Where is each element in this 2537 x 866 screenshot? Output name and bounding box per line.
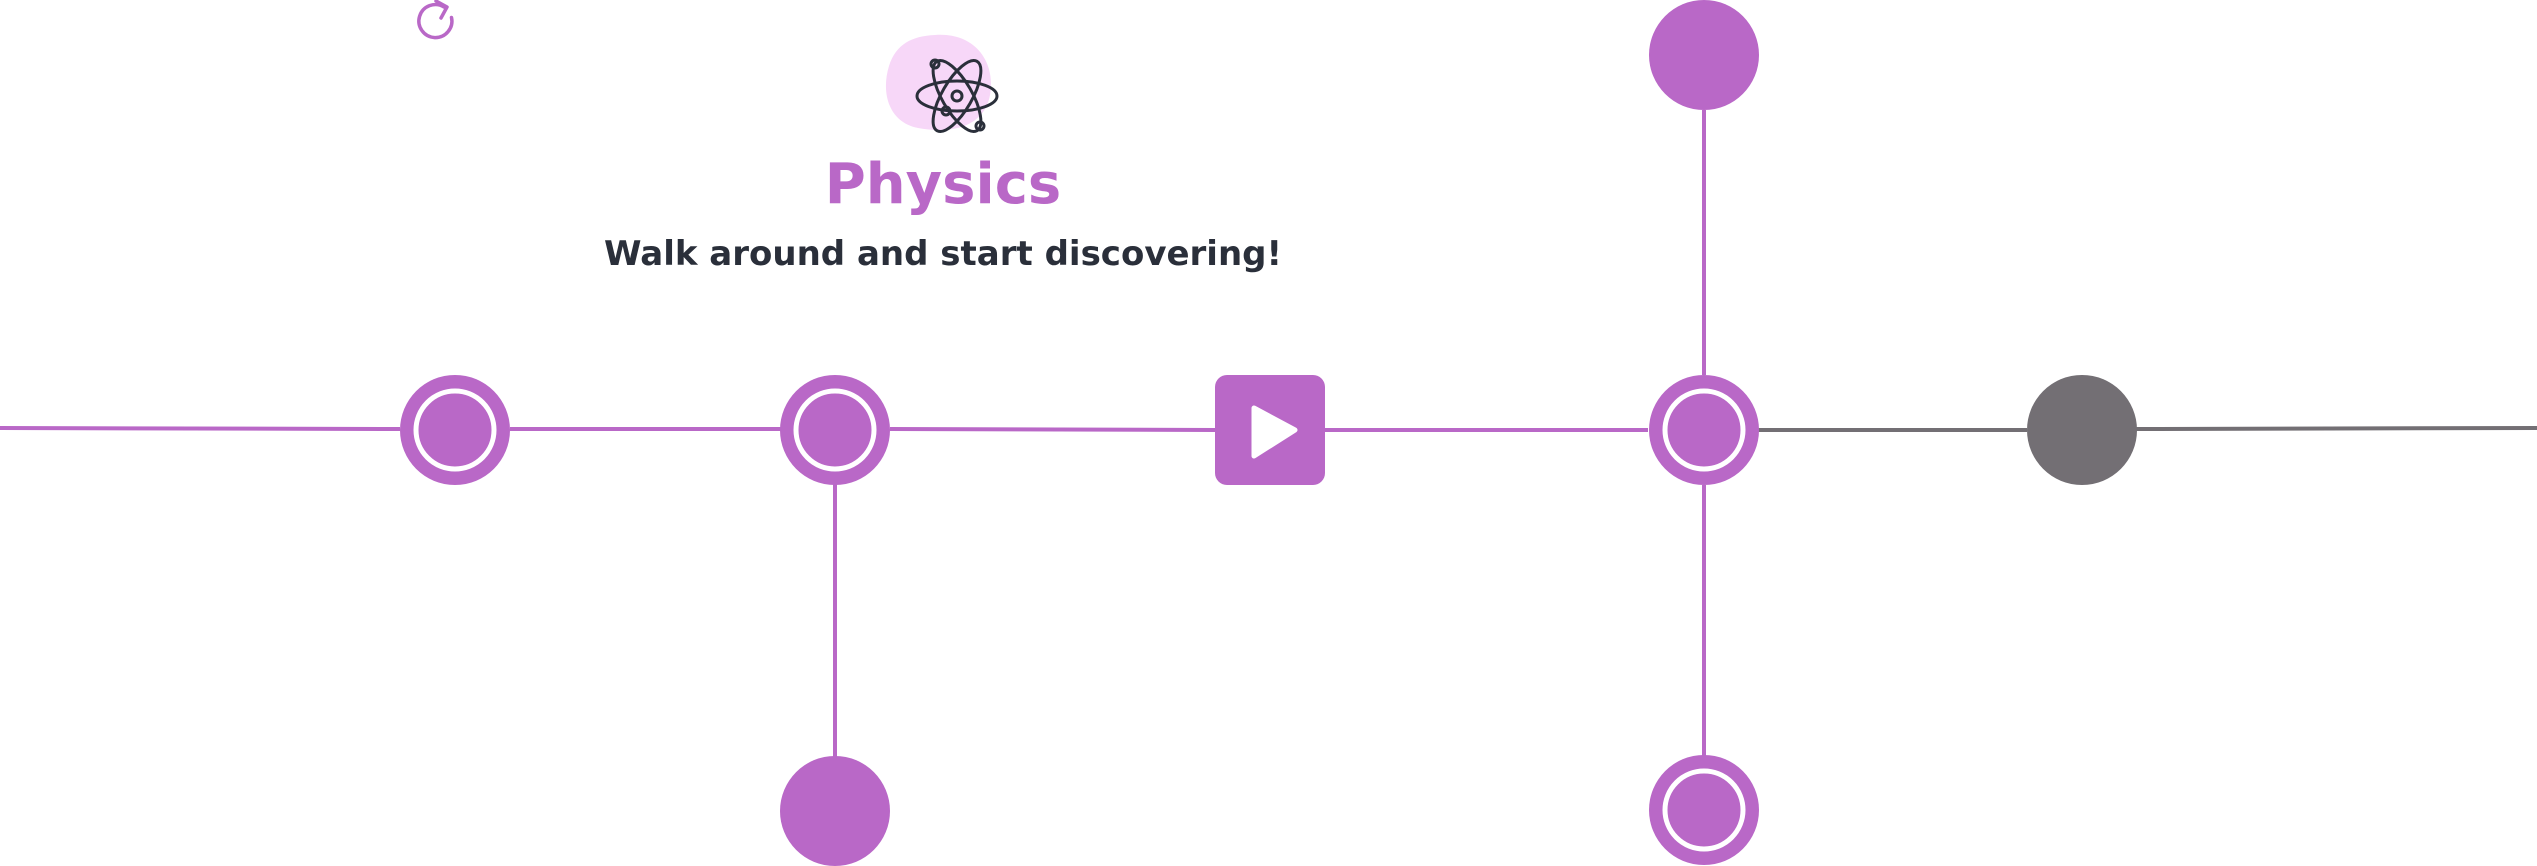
subject-tagline: Walk around and start discovering! [603, 234, 1283, 274]
path-segment-locked [2135, 426, 2537, 431]
atom-icon [885, 34, 999, 133]
lesson-node-completed[interactable] [1649, 755, 1759, 865]
lesson-node-completed[interactable] [780, 375, 890, 485]
lesson-path-map [0, 0, 2537, 866]
lesson-node-available[interactable] [1649, 0, 1759, 110]
path-segment [889, 427, 1217, 432]
lesson-node-locked[interactable] [2027, 375, 2137, 485]
lesson-node-completed[interactable] [400, 375, 510, 485]
restart-icon[interactable] [412, 0, 462, 48]
lesson-node-completed[interactable] [1649, 375, 1759, 485]
current-lesson-play-button[interactable] [1215, 375, 1325, 485]
path-segment [0, 426, 401, 431]
lesson-node-available[interactable] [780, 756, 890, 866]
subject-title: Physics [824, 152, 1062, 217]
